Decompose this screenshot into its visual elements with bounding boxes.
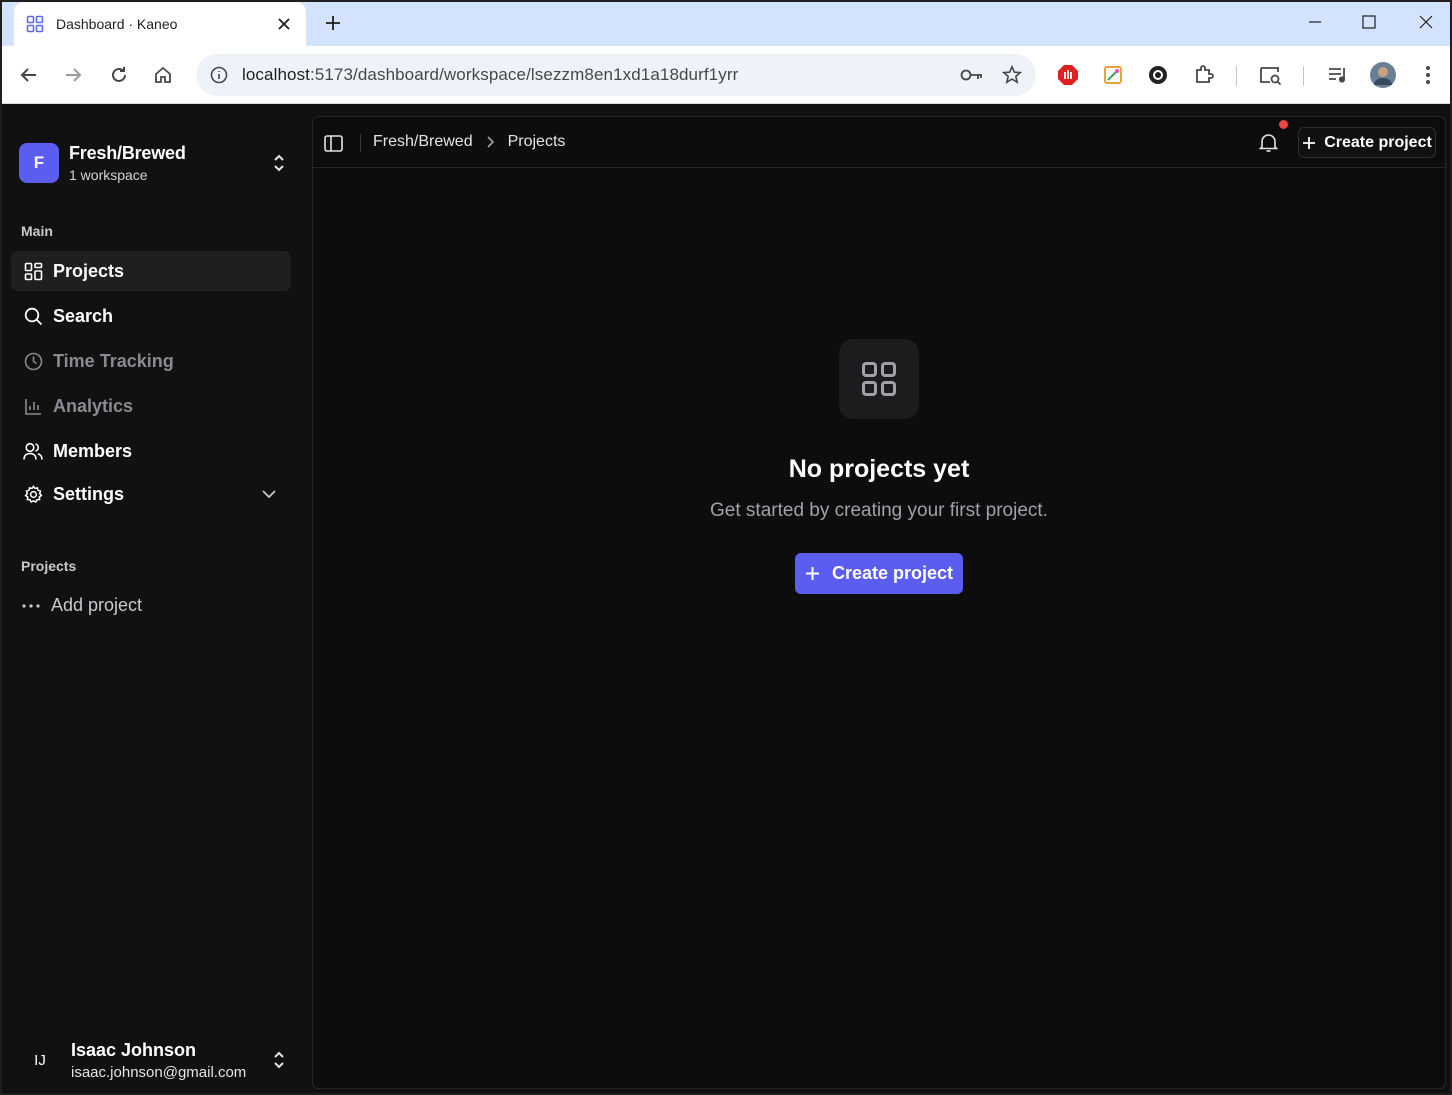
add-project-label: Add project bbox=[51, 595, 143, 615]
notification-badge bbox=[1279, 120, 1288, 129]
bar-chart-icon bbox=[23, 396, 43, 416]
close-tab-icon[interactable] bbox=[274, 14, 294, 34]
workspace-count: 1 workspace bbox=[69, 167, 148, 183]
close-window-button[interactable] bbox=[1403, 2, 1449, 42]
top-bar: Fresh/Brewed Projects Create project bbox=[313, 117, 1445, 168]
browser-window: Dashboard · Kaneo localhost:5173/dashboa… bbox=[0, 0, 1452, 1095]
media-queue-icon[interactable] bbox=[1325, 62, 1351, 88]
profile-avatar-icon[interactable] bbox=[1370, 62, 1396, 88]
sidebar-item-members[interactable]: Members bbox=[11, 431, 291, 471]
create-project-button[interactable]: Create project bbox=[795, 553, 963, 594]
grid-icon bbox=[839, 339, 919, 419]
workspace-avatar: F bbox=[19, 143, 59, 183]
topbar-divider bbox=[360, 134, 361, 152]
plus-icon bbox=[1302, 136, 1316, 150]
toolbar-divider bbox=[1303, 66, 1304, 86]
more-horizontal-icon bbox=[22, 603, 42, 608]
url-path: :5173/dashboard/workspace/lsezzm8en1xd1a… bbox=[310, 65, 739, 84]
sidebar-item-time-tracking[interactable]: Time Tracking bbox=[11, 341, 291, 381]
sidebar-item-label: Projects bbox=[53, 260, 125, 281]
gear-icon bbox=[23, 484, 43, 504]
plus-icon bbox=[805, 566, 820, 581]
add-project-link[interactable]: Add project bbox=[22, 595, 142, 616]
browser-tab[interactable]: Dashboard · Kaneo bbox=[14, 2, 306, 46]
url-host: localhost bbox=[242, 65, 310, 84]
url-text: localhost:5173/dashboard/workspace/lsezz… bbox=[242, 65, 960, 85]
create-project-label: Create project bbox=[831, 563, 954, 583]
sidebar-item-projects[interactable]: Projects bbox=[11, 251, 291, 291]
sidebar: F Fresh/Brewed 1 workspace Main Projects bbox=[2, 105, 310, 1093]
sidebar-item-label: Time Tracking bbox=[53, 350, 174, 371]
breadcrumb-projects[interactable]: Projects bbox=[508, 133, 566, 151]
empty-state-subtitle: Get started by creating your first proje… bbox=[710, 500, 1048, 521]
sidebar-toggle-icon[interactable] bbox=[322, 132, 344, 154]
browser-toolbar: localhost:5173/dashboard/workspace/lsezz… bbox=[2, 46, 1450, 104]
users-icon bbox=[23, 441, 43, 461]
sidebar-item-label: Members bbox=[53, 440, 133, 461]
sidebar-item-analytics[interactable]: Analytics bbox=[11, 386, 291, 426]
minimize-button[interactable] bbox=[1292, 2, 1338, 42]
sidebar-item-label: Analytics bbox=[53, 395, 134, 416]
create-project-button-header[interactable]: Create project bbox=[1298, 127, 1436, 158]
sidebar-item-label: Settings bbox=[53, 483, 125, 504]
workspace-switcher[interactable]: F Fresh/Brewed 1 workspace bbox=[19, 141, 289, 185]
sidebar-item-settings[interactable]: Settings bbox=[11, 474, 291, 514]
back-button[interactable] bbox=[15, 61, 43, 89]
user-text: Isaac Johnson isaac.johnson@gmail.com bbox=[71, 1040, 269, 1081]
search-icon bbox=[23, 306, 43, 326]
breadcrumb: Fresh/Brewed Projects bbox=[373, 133, 565, 151]
sidebar-item-search[interactable]: Search bbox=[11, 296, 291, 336]
chevrons-up-down-icon bbox=[269, 151, 289, 175]
chevrons-up-down-icon bbox=[269, 1048, 289, 1072]
chevron-right-icon bbox=[487, 136, 494, 148]
chevron-down-icon bbox=[259, 484, 279, 504]
extensions-puzzle-icon[interactable] bbox=[1191, 62, 1217, 88]
user-avatar: IJ bbox=[34, 1051, 46, 1069]
reload-button[interactable] bbox=[105, 61, 133, 89]
clock-icon bbox=[23, 351, 43, 371]
grid-icon bbox=[26, 15, 44, 33]
user-name: Isaac Johnson bbox=[71, 1039, 197, 1060]
empty-state-title: No projects yet bbox=[788, 455, 970, 483]
section-label-projects: Projects bbox=[21, 558, 77, 574]
workspace-name: Fresh/Brewed bbox=[69, 143, 186, 163]
sun-extension-icon[interactable] bbox=[1145, 62, 1171, 88]
tab-search-icon[interactable] bbox=[1258, 62, 1284, 88]
breadcrumb-workspace[interactable]: Fresh/Brewed bbox=[373, 133, 473, 151]
address-bar[interactable]: localhost:5173/dashboard/workspace/lsezz… bbox=[196, 54, 1036, 96]
grid-icon bbox=[23, 261, 43, 281]
create-project-label: Create project bbox=[1324, 133, 1432, 151]
browser-menu-icon[interactable] bbox=[1415, 62, 1441, 88]
bell-icon[interactable] bbox=[1256, 131, 1280, 155]
section-label-main: Main bbox=[21, 223, 53, 239]
forward-button[interactable] bbox=[59, 61, 87, 89]
kaneo-app: F Fresh/Brewed 1 workspace Main Projects bbox=[2, 105, 1450, 1093]
user-email: isaac.johnson@gmail.com bbox=[71, 1063, 247, 1081]
toolbar-divider bbox=[1236, 66, 1237, 86]
adblock-extension-icon[interactable] bbox=[1055, 62, 1081, 88]
home-button[interactable] bbox=[149, 61, 177, 89]
password-key-icon[interactable] bbox=[960, 68, 984, 82]
site-info-icon[interactable] bbox=[210, 66, 228, 84]
new-tab-button[interactable] bbox=[320, 10, 346, 36]
sidebar-item-label: Search bbox=[53, 305, 114, 326]
color-picker-extension-icon[interactable] bbox=[1100, 62, 1126, 88]
user-menu[interactable]: IJ Isaac Johnson isaac.johnson@gmail.com bbox=[19, 1037, 289, 1083]
bookmark-star-icon[interactable] bbox=[1002, 65, 1022, 85]
workspace-text: Fresh/Brewed 1 workspace bbox=[69, 143, 269, 183]
main-panel: Fresh/Brewed Projects Create project No … bbox=[312, 116, 1446, 1089]
tab-title: Dashboard · Kaneo bbox=[56, 16, 178, 32]
tab-strip: Dashboard · Kaneo bbox=[2, 2, 1450, 46]
maximize-button[interactable] bbox=[1346, 2, 1392, 42]
